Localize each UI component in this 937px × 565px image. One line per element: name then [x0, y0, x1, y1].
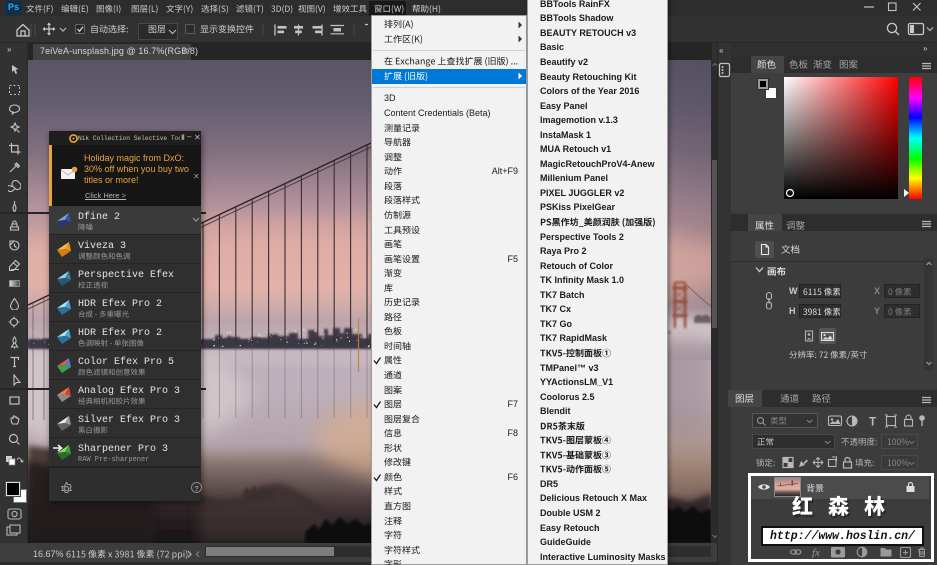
svg-text:fx: fx: [812, 547, 820, 558]
svg-text:T: T: [869, 415, 877, 429]
